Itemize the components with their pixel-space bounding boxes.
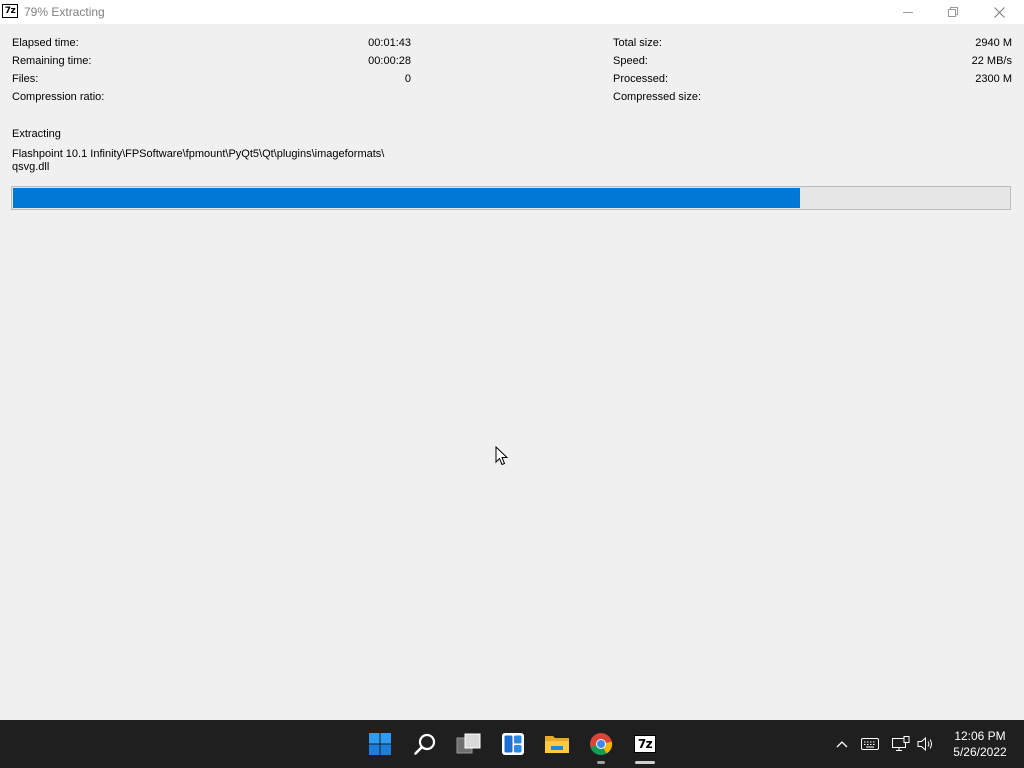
current-file-name: qsvg.dll bbox=[12, 161, 50, 173]
processed-value: 2300 M bbox=[975, 73, 1012, 85]
volume-button[interactable] bbox=[915, 720, 937, 768]
close-button[interactable] bbox=[976, 0, 1022, 24]
progress-bar bbox=[11, 186, 1011, 210]
search-button[interactable] bbox=[405, 720, 445, 768]
start-button[interactable] bbox=[360, 720, 400, 768]
compression-ratio-label: Compression ratio: bbox=[12, 91, 105, 103]
file-explorer-button[interactable] bbox=[537, 720, 577, 768]
widgets-icon bbox=[502, 733, 524, 755]
volume-icon bbox=[917, 736, 932, 752]
network-icon bbox=[892, 736, 910, 751]
remaining-time-label: Remaining time: bbox=[12, 55, 92, 67]
total-size-value: 2940 M bbox=[975, 37, 1012, 49]
window-title: 79% Extracting bbox=[24, 5, 105, 19]
elapsed-time-value: 00:01:43 bbox=[368, 37, 411, 49]
taskbar: 7z 12:06 PM 5/26/2022 bbox=[0, 720, 1024, 768]
minimize-icon bbox=[903, 12, 913, 13]
windows-start-icon bbox=[369, 733, 391, 755]
chrome-button[interactable] bbox=[581, 720, 621, 768]
network-button[interactable] bbox=[890, 720, 912, 768]
total-size-label: Total size: bbox=[613, 37, 662, 49]
chrome-icon bbox=[590, 733, 613, 756]
restore-icon bbox=[948, 7, 958, 17]
clock-date: 5/26/2022 bbox=[953, 745, 1007, 759]
files-value: 0 bbox=[404, 73, 411, 85]
minimize-button[interactable] bbox=[885, 0, 931, 24]
speed-label: Speed: bbox=[613, 55, 648, 67]
compressed-size-label: Compressed size: bbox=[613, 91, 702, 103]
files-label: Files: bbox=[12, 73, 39, 85]
widgets-button[interactable] bbox=[493, 720, 533, 768]
show-hidden-icons-button[interactable] bbox=[832, 720, 852, 768]
touch-keyboard-button[interactable] bbox=[859, 720, 881, 768]
7zip-active-indicator bbox=[635, 761, 655, 764]
file-explorer-icon bbox=[545, 736, 569, 753]
task-view-button[interactable] bbox=[449, 720, 489, 768]
progress-fill bbox=[13, 188, 800, 208]
speed-value: 22 MB/s bbox=[971, 55, 1012, 67]
taskbar-clock[interactable]: 12:06 PM 5/26/2022 bbox=[942, 728, 1018, 760]
processed-label: Processed: bbox=[613, 73, 669, 85]
search-icon bbox=[414, 733, 436, 755]
mouse-cursor-icon bbox=[495, 446, 509, 466]
current-file-path: Flashpoint 10.1 Infinity\FPSoftware\fpmo… bbox=[12, 148, 385, 160]
restore-button[interactable] bbox=[930, 0, 976, 24]
clock-time: 12:06 PM bbox=[954, 729, 1006, 743]
task-view-icon bbox=[456, 733, 481, 754]
chrome-running-indicator bbox=[597, 761, 605, 764]
keyboard-icon bbox=[861, 738, 879, 750]
chevron-up-icon bbox=[836, 741, 848, 748]
elapsed-time-label: Elapsed time: bbox=[12, 37, 79, 49]
7zip-taskbar-button[interactable]: 7z bbox=[625, 720, 665, 768]
7zip-app-icon: 7z bbox=[2, 4, 18, 18]
7zip-icon: 7z bbox=[634, 735, 656, 753]
operation-label: Extracting bbox=[12, 128, 61, 140]
title-bar[interactable]: 7z 79% Extracting bbox=[0, 0, 1024, 24]
close-icon bbox=[993, 6, 1005, 18]
remaining-time-value: 00:00:28 bbox=[368, 55, 411, 67]
